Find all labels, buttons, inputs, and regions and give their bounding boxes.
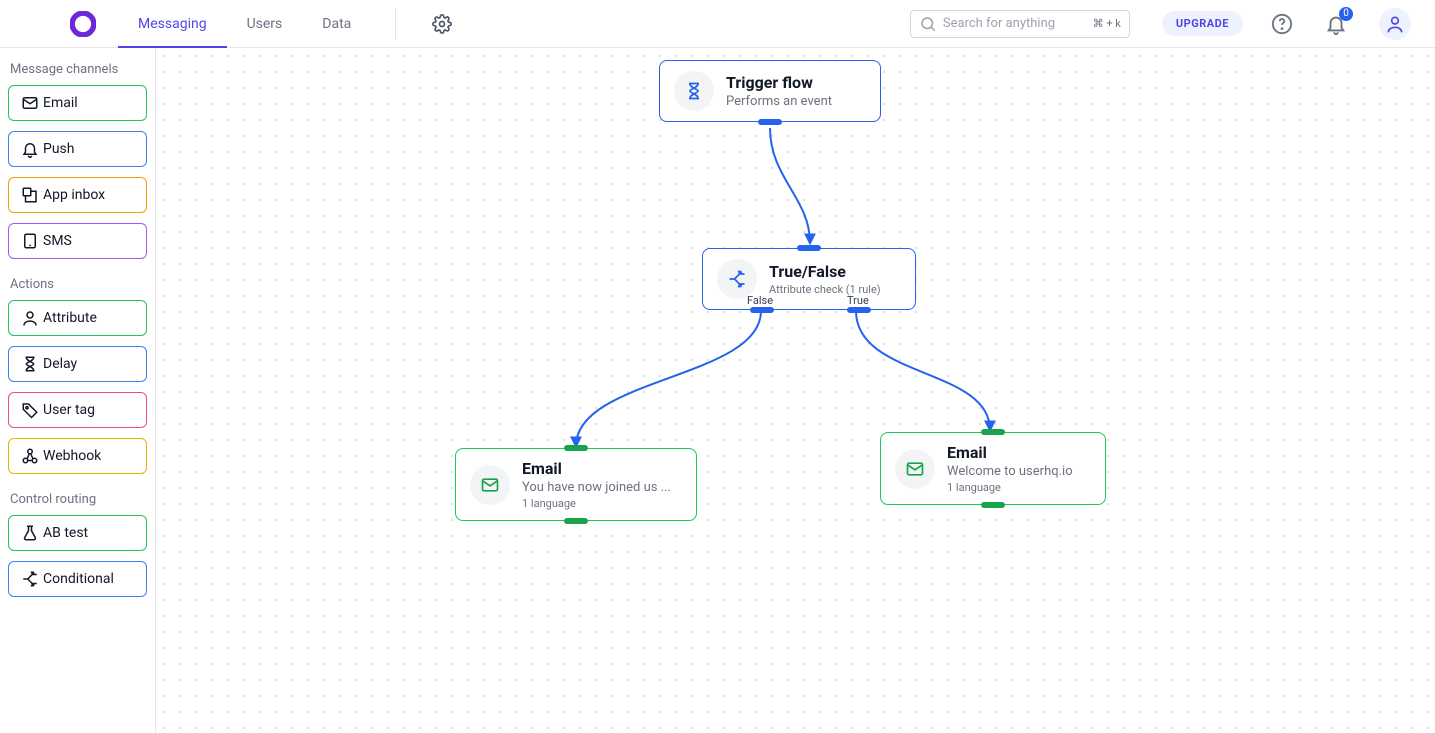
nav-users[interactable]: Users <box>227 0 303 48</box>
node-port-in[interactable] <box>981 429 1005 435</box>
search-icon <box>919 15 937 33</box>
sidebar-group-actions-title: Actions <box>10 277 145 292</box>
sidebar-item-email[interactable]: Email <box>8 85 147 121</box>
node-subtitle: Performs an event <box>726 94 832 109</box>
sidebar-item-push[interactable]: Push <box>8 131 147 167</box>
notification-badge: 0 <box>1339 7 1353 21</box>
conditional-icon <box>717 259 757 299</box>
sidebar-item-attribute[interactable]: Attribute <box>8 300 147 336</box>
sidebar-group-channels-title: Message channels <box>10 62 145 77</box>
search-input[interactable]: Search for anything ⌘ + k <box>910 10 1130 38</box>
gear-icon <box>432 14 452 34</box>
search-shortcut: ⌘ + k <box>1093 17 1121 30</box>
mail-icon <box>895 449 935 489</box>
node-port-in[interactable] <box>564 445 588 451</box>
conditional-icon <box>21 570 39 588</box>
mail-icon <box>470 465 510 505</box>
node-port-out[interactable] <box>758 119 782 125</box>
node-port-out[interactable] <box>981 502 1005 508</box>
hourglass-icon <box>674 71 714 111</box>
sidebar-item-abtest[interactable]: AB test <box>8 515 147 551</box>
node-port-true-label: True <box>847 294 869 307</box>
sidebar-item-label: Webhook <box>43 448 101 464</box>
sidebar-item-label: Attribute <box>43 310 97 326</box>
sidebar-group-routing-title: Control routing <box>10 492 145 507</box>
node-title: Email <box>522 459 671 478</box>
help-icon <box>1271 13 1293 35</box>
node-content: True/False Attribute check (1 rule) <box>769 262 881 296</box>
flow-edges <box>156 48 1435 733</box>
upgrade-button[interactable]: UPGRADE <box>1162 11 1243 36</box>
node-subtitle: You have now joined us ... <box>522 480 671 495</box>
node-email-false[interactable]: Email You have now joined us ... 1 langu… <box>455 448 697 521</box>
node-condition[interactable]: True/False Attribute check (1 rule) Fals… <box>702 248 916 310</box>
sidebar-item-label: SMS <box>43 233 72 249</box>
tag-icon <box>21 401 39 419</box>
node-title: Email <box>947 443 1073 462</box>
node-content: Trigger flow Performs an event <box>726 73 832 109</box>
sms-icon <box>21 232 39 250</box>
help-button[interactable] <box>1267 9 1297 39</box>
search-placeholder: Search for anything <box>943 16 1055 31</box>
settings-button[interactable] <box>428 10 456 38</box>
sidebar-item-label: Delay <box>43 356 77 372</box>
node-content: Email You have now joined us ... 1 langu… <box>522 459 671 510</box>
sidebar-item-appinbox[interactable]: App inbox <box>8 177 147 213</box>
node-meta: 1 language <box>947 481 1073 494</box>
sidebar-item-sms[interactable]: SMS <box>8 223 147 259</box>
sidebar-item-label: Push <box>43 141 75 157</box>
node-title: True/False <box>769 262 881 281</box>
inbox-icon <box>21 186 39 204</box>
node-port-false[interactable] <box>750 307 774 313</box>
mail-icon <box>21 94 39 112</box>
app-header: Messaging Users Data Search for anything… <box>0 0 1435 48</box>
sidebar-item-delay[interactable]: Delay <box>8 346 147 382</box>
abtest-icon <box>21 524 39 542</box>
hourglass-icon <box>21 355 39 373</box>
bell-icon <box>21 140 39 158</box>
logo[interactable] <box>68 9 98 39</box>
sidebar-item-webhook[interactable]: Webhook <box>8 438 147 474</box>
node-port-false-label: False <box>747 294 773 307</box>
sidebar-item-label: Email <box>43 95 78 111</box>
sidebar-item-label: App inbox <box>43 187 105 203</box>
notifications-button[interactable]: 0 <box>1321 9 1351 39</box>
node-subtitle: Welcome to userhq.io <box>947 464 1073 479</box>
node-meta: 1 language <box>522 497 671 510</box>
node-port-true[interactable] <box>847 307 871 313</box>
node-email-true[interactable]: Email Welcome to userhq.io 1 language <box>880 432 1106 505</box>
sidebar-item-label: User tag <box>43 402 95 418</box>
node-trigger[interactable]: Trigger flow Performs an event <box>659 60 881 122</box>
nav-messaging[interactable]: Messaging <box>118 0 227 48</box>
nav-data[interactable]: Data <box>302 0 371 48</box>
nav-divider <box>395 8 396 40</box>
sidebar: Message channels Email Push App inbox SM… <box>0 48 156 733</box>
node-content: Email Welcome to userhq.io 1 language <box>947 443 1073 494</box>
sidebar-item-conditional[interactable]: Conditional <box>8 561 147 597</box>
user-icon <box>1385 14 1405 34</box>
node-title: Trigger flow <box>726 73 832 92</box>
flow-canvas[interactable]: Trigger flow Performs an event True/Fals… <box>156 48 1435 733</box>
main-nav: Messaging Users Data <box>118 0 371 48</box>
sidebar-item-usertag[interactable]: User tag <box>8 392 147 428</box>
node-port-out[interactable] <box>564 518 588 524</box>
node-port-in[interactable] <box>797 245 821 251</box>
sidebar-item-label: Conditional <box>43 571 114 587</box>
sidebar-item-label: AB test <box>43 525 88 541</box>
webhook-icon <box>21 447 39 465</box>
attribute-icon <box>21 309 39 327</box>
avatar[interactable] <box>1379 8 1411 40</box>
